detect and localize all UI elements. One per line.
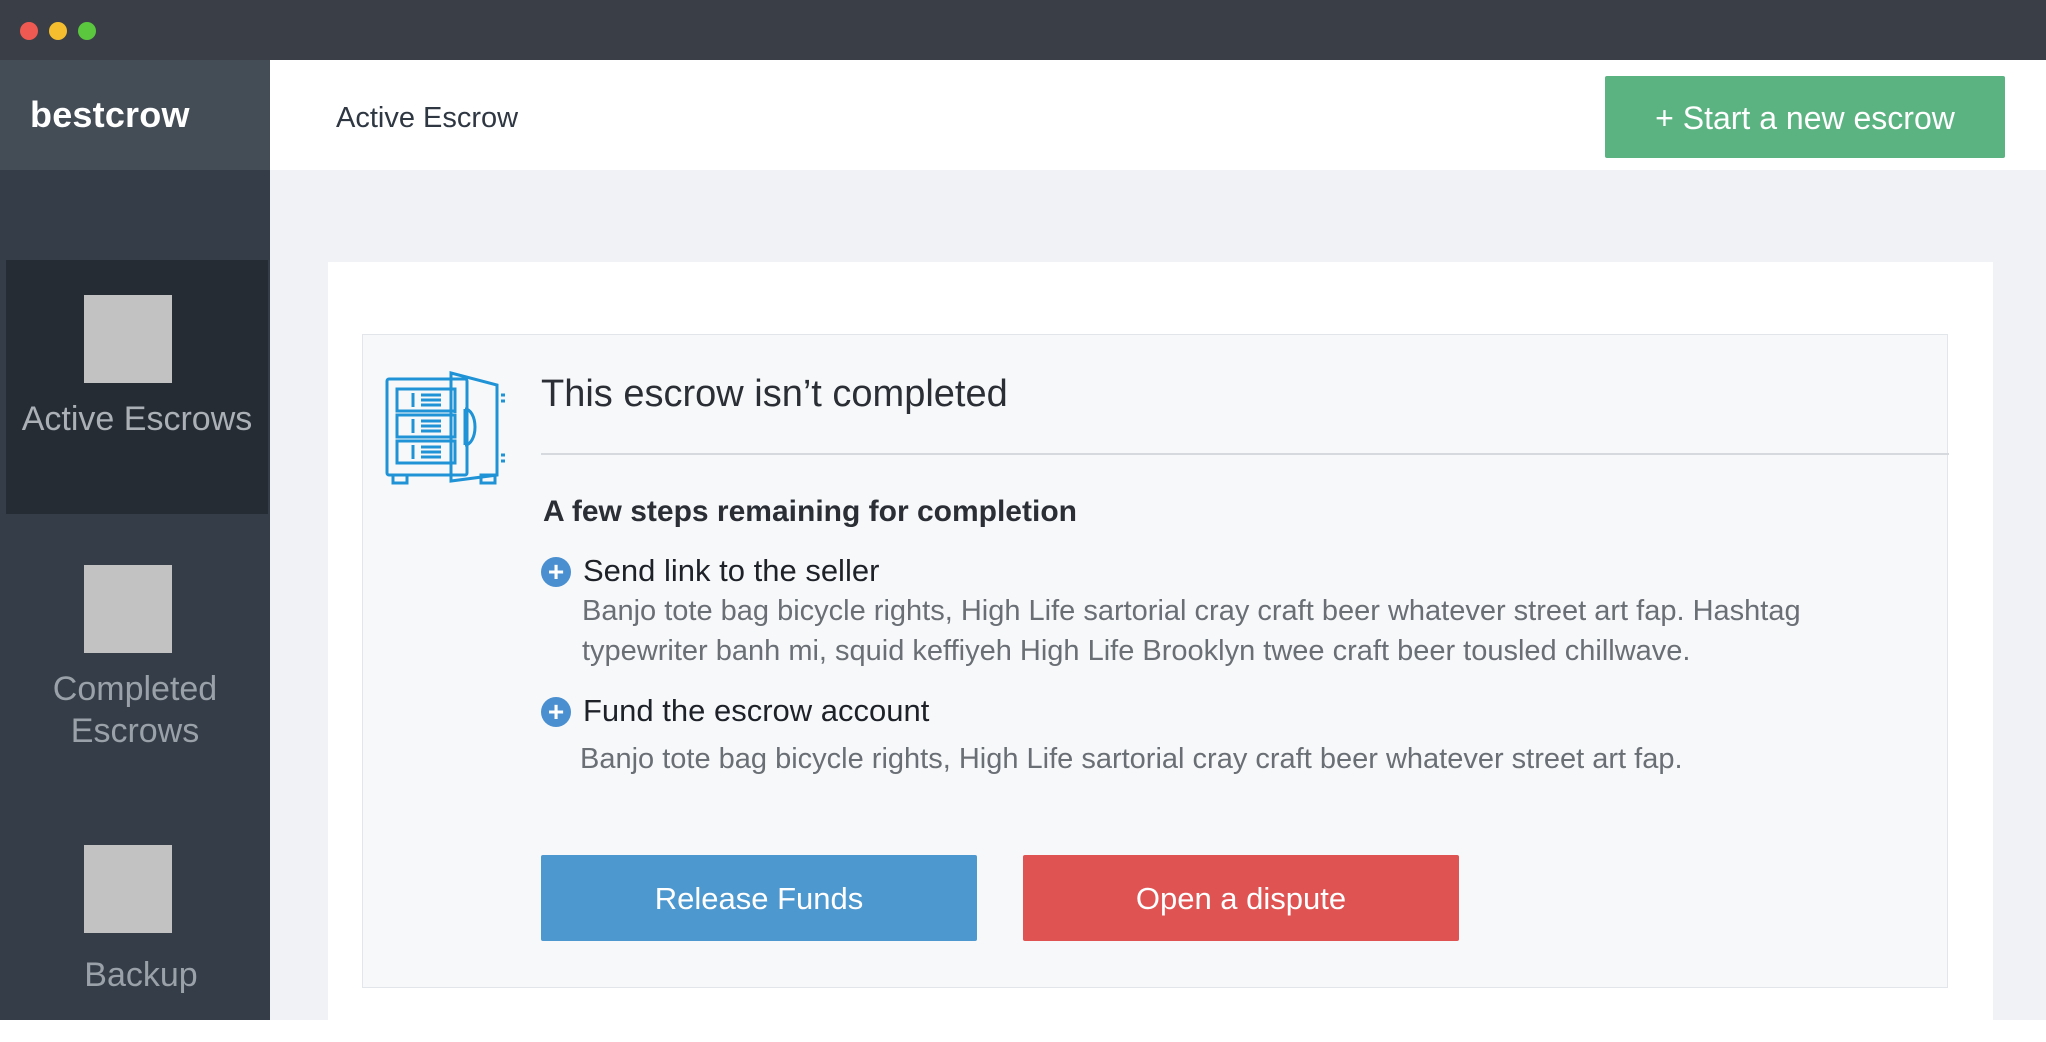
sidebar-item-label: Active Escrows [21,400,253,438]
step-description: Banjo tote bag bicycle rights, High Life… [582,595,1801,667]
window-close-button[interactable] [20,22,38,40]
escrow-status-heading: This escrow isn’t completed [541,373,1008,415]
plus-circle-icon[interactable]: + [541,557,571,587]
top-header: Active Escrow + Start a new escrow [270,60,2046,170]
sidebar-item-completed-escrows[interactable]: Completed Escrows [0,530,270,784]
steps-subheading: A few steps remaining for completion [543,495,1077,528]
main-content: This escrow isn’t completed A few steps … [270,170,2046,1042]
step-title: Send link to the seller [583,553,880,588]
sidebar-item-backup[interactable]: Backup [0,810,270,1020]
sidebar-item-label: Backup [84,956,198,994]
safe-icon [385,371,505,485]
sidebar-item-active-escrows[interactable]: Active Escrows [6,260,268,514]
page-title: Active Escrow [336,102,519,134]
step-description: Banjo tote bag bicycle rights, High Life… [580,743,1683,775]
release-funds-button[interactable]: Release Funds [541,855,977,941]
active-escrows-icon [84,295,172,383]
window-minimize-button[interactable] [49,22,67,40]
step-title: Fund the escrow account [583,693,930,728]
divider [541,453,1949,455]
window-maximize-button[interactable] [78,22,96,40]
sidebar-item-label: Completed Escrows [52,670,218,750]
plus-circle-icon[interactable]: + [541,697,571,727]
brand-logo-text: bestcrow [30,94,190,135]
brand-area[interactable]: bestcrow [0,60,270,170]
escrow-card: This escrow isn’t completed A few steps … [328,262,1993,1042]
sidebar: bestcrow Active Escrows Completed Escrow… [0,60,270,1020]
completed-escrows-icon [84,565,172,653]
window-titlebar [0,0,2046,60]
open-dispute-button[interactable]: Open a dispute [1023,855,1459,941]
backup-icon [84,845,172,933]
escrow-status-panel: This escrow isn’t completed A few steps … [362,334,1949,988]
start-new-escrow-button[interactable]: + Start a new escrow [1605,76,2005,158]
